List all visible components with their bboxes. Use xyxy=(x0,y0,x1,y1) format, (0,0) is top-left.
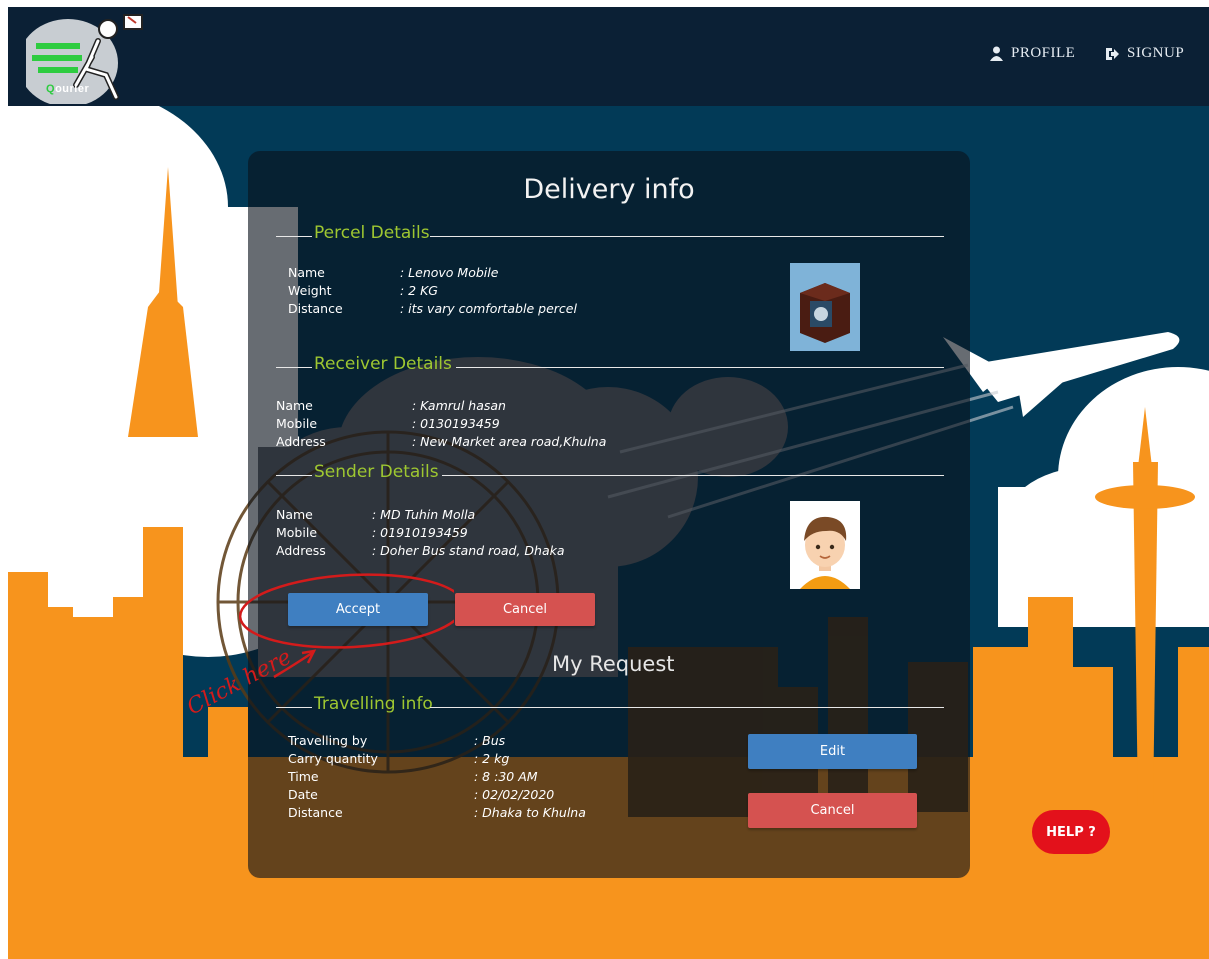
sender-mobile-value: : 01910193459 xyxy=(372,525,468,540)
accept-button[interactable]: Accept xyxy=(288,593,428,626)
parcel-name-label: Name xyxy=(288,265,325,280)
section-travelling-info: Travelling info xyxy=(276,694,944,720)
divider xyxy=(276,475,312,476)
cancel-delivery-button[interactable]: Cancel xyxy=(455,593,595,626)
edit-button[interactable]: Edit xyxy=(748,734,917,769)
receiver-address-label: Address xyxy=(276,434,326,449)
date-value: : 02/02/2020 xyxy=(474,787,555,802)
travel-by-label: Travelling by xyxy=(288,733,368,748)
divider xyxy=(442,475,944,476)
carry-quantity-value: : 2 kg xyxy=(474,751,510,766)
section-heading: Travelling info xyxy=(314,694,433,714)
carry-quantity-label: Carry quantity xyxy=(288,751,378,766)
divider xyxy=(430,236,944,237)
cancel-request-button[interactable]: Cancel xyxy=(748,793,917,828)
divider xyxy=(276,236,312,237)
user-icon xyxy=(990,46,1003,61)
time-value: : 8 :30 AM xyxy=(474,769,538,784)
section-parcel-details: Percel Details xyxy=(276,223,944,249)
sender-name-value: : MD Tuhin Molla xyxy=(372,507,476,522)
page-title: Delivery info xyxy=(523,174,695,205)
help-button[interactable]: HELP ? xyxy=(1032,810,1110,854)
section-receiver-details: Receiver Details xyxy=(276,354,944,380)
parcel-image xyxy=(790,263,860,351)
sender-address-label: Address xyxy=(276,543,326,558)
nav-signup[interactable]: SIGNUP xyxy=(1105,45,1184,62)
nav-signup-label: SIGNUP xyxy=(1127,45,1185,61)
parcel-weight-label: Weight xyxy=(288,283,332,298)
divider xyxy=(276,367,312,368)
distance-value: : Dhaka to Khulna xyxy=(474,805,586,820)
parcel-weight-value: : 2 KG xyxy=(400,283,438,298)
parcel-distance-label: Distance xyxy=(288,301,343,316)
my-request-title: My Request xyxy=(552,652,675,676)
receiver-mobile-value: : 0130193459 xyxy=(412,416,500,431)
receiver-mobile-label: Mobile xyxy=(276,416,318,431)
travel-by-value: : Bus xyxy=(474,733,506,748)
sender-name-label: Name xyxy=(276,507,313,522)
time-label: Time xyxy=(288,769,319,784)
receiver-name-value: : Kamrul hasan xyxy=(412,398,506,413)
sender-mobile-label: Mobile xyxy=(276,525,318,540)
nav-profile-label: PROFILE xyxy=(1011,45,1076,61)
sender-avatar xyxy=(790,501,860,589)
section-heading: Sender Details xyxy=(314,462,439,482)
section-heading: Percel Details xyxy=(314,223,430,243)
parcel-distance-value: : its vary comfortable percel xyxy=(400,301,577,316)
date-label: Date xyxy=(288,787,318,802)
app-frame: Qourier PROFILE SIGNUP Delivery info Per… xyxy=(8,7,1209,959)
sign-out-icon xyxy=(1106,47,1119,60)
logo-rest: ourier xyxy=(55,83,90,95)
section-heading: Receiver Details xyxy=(314,354,452,374)
divider xyxy=(276,707,312,708)
divider xyxy=(430,707,944,708)
nav-profile[interactable]: PROFILE xyxy=(990,45,1075,62)
section-sender-details: Sender Details xyxy=(276,462,944,488)
distance-label: Distance xyxy=(288,805,343,820)
logo-q: Q xyxy=(46,83,56,95)
receiver-address-value: : New Market area road,Khulna xyxy=(412,434,607,449)
receiver-name-label: Name xyxy=(276,398,313,413)
parcel-name-value: : Lenovo Mobile xyxy=(400,265,499,280)
sender-address-value: : Doher Bus stand road, Dhaka xyxy=(372,543,565,558)
logo-wordmark: Qourier xyxy=(46,83,89,95)
divider xyxy=(456,367,944,368)
